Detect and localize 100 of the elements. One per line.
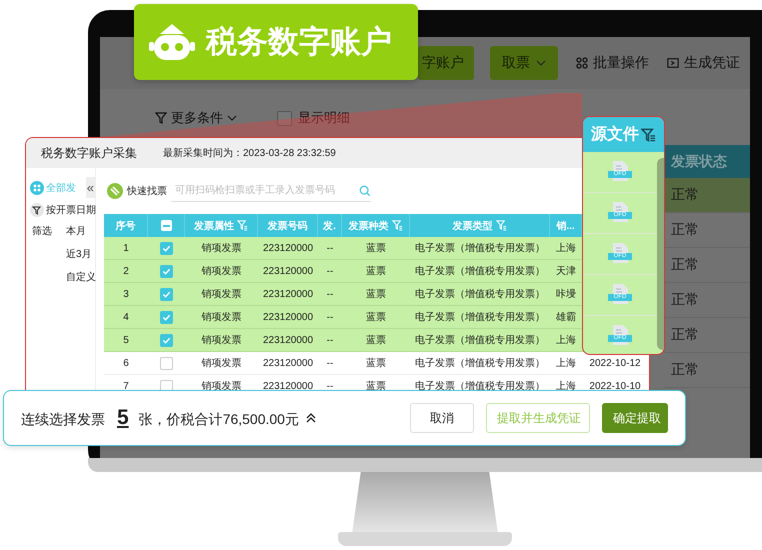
filter-icon	[30, 203, 44, 217]
table-cell-text: 销项发票	[200, 288, 242, 302]
table-cell-text: 蓝票	[365, 356, 387, 371]
export-icon	[667, 57, 679, 69]
table-cell-text: 销项发票	[200, 357, 242, 371]
search-icon	[359, 184, 371, 196]
table-cell-text: 销项发票	[200, 334, 242, 348]
toolbar-button[interactable]: 取票	[490, 46, 558, 80]
row-checkbox[interactable]	[160, 288, 173, 300]
row-checkbox[interactable]	[160, 242, 173, 254]
table-cell-text: --	[326, 288, 334, 302]
last-collected-time: 最新采集时间为：2023-03-28 23:32:59	[163, 146, 336, 160]
row-checkbox[interactable]	[160, 310, 173, 324]
checkbox[interactable]	[277, 110, 292, 126]
table-cell-text: 蓝票	[365, 380, 387, 394]
row-checkbox[interactable]	[160, 356, 173, 370]
table-cell-text: --	[326, 334, 334, 348]
chevron-down-icon	[536, 60, 546, 66]
chevron-down-icon	[227, 115, 237, 121]
table-cell-text: 咔墁	[555, 288, 577, 302]
selection-summary: 连续选择发票 5 张，价税合计76,500.00元	[21, 406, 299, 430]
table-cell: 2022-10-10	[589, 380, 641, 392]
table-cell-text: 223120000	[262, 334, 314, 348]
table-cell-text: 223120000	[262, 242, 314, 256]
grid-icon	[576, 57, 588, 69]
column-header: 发票状态	[665, 145, 750, 178]
action-button[interactable]: 取消	[410, 403, 474, 433]
date-option[interactable]: 近3月	[66, 247, 96, 261]
table-cell-text: --	[326, 242, 334, 256]
table-cell-text: --	[326, 310, 334, 324]
toolbar-link[interactable]: 生成凭证	[667, 54, 740, 72]
row-number: 1	[122, 242, 130, 256]
robot-icon	[148, 22, 196, 62]
table-cell: 正常	[665, 353, 750, 388]
row-checkbox[interactable]	[160, 334, 173, 346]
table-cell-text: 雄霸	[555, 310, 577, 325]
search-label: 快速找票	[127, 184, 167, 198]
table-cell-text: 销项发票	[200, 242, 242, 256]
table-cell-text: 蓝票	[365, 310, 387, 325]
logo-title: 税务数字账户	[206, 23, 392, 61]
table-cell-text: 电子发票（增值税专用发票）	[414, 334, 546, 348]
double-chevron-up-icon[interactable]	[304, 412, 317, 424]
table-cell-text: 上海	[555, 242, 577, 256]
row-checkbox[interactable]	[160, 264, 173, 278]
table-cell-text: 223120000	[262, 310, 314, 324]
scanner-icon	[107, 183, 123, 199]
table-cell-text: 销项发票	[200, 380, 242, 394]
row-number: 7	[122, 380, 130, 394]
table-cell-text: --	[326, 380, 334, 394]
table-cell-text: 电子发票（增值税专用发票）	[414, 242, 546, 256]
date-option[interactable]: 自定义	[66, 270, 96, 284]
toolbar-button[interactable]: 字账户	[418, 46, 474, 80]
table-cell: 2022-10-12	[589, 358, 641, 368]
sidebar-item[interactable]: 按开票日期	[46, 203, 96, 217]
table-cell-text: 223120000	[262, 288, 314, 302]
sidebar-item[interactable]: 全部发	[46, 180, 76, 194]
table-cell-text: 电子发票（增值税专用发票）	[414, 288, 546, 302]
row-number: 2	[122, 264, 130, 278]
checkbox-label: 显示明细	[298, 109, 350, 127]
grid-icon	[30, 180, 44, 194]
table-cell-text: 223120000	[262, 356, 314, 370]
table-cell: 正常	[665, 178, 750, 213]
filter-icon	[155, 112, 167, 124]
filter-label: 筛选	[32, 224, 52, 239]
panel-title: 税务数字账户采集	[41, 144, 137, 162]
row-number: 4	[122, 310, 130, 324]
table-cell-text: 上海	[555, 380, 577, 394]
table-cell-text: 223120000	[262, 380, 314, 394]
select-all-checkbox[interactable]	[160, 220, 172, 231]
row-number: 5	[122, 334, 130, 348]
filter-icon[interactable]	[496, 220, 506, 231]
table-cell-text: 电子发票（增值税专用发票）	[414, 264, 546, 279]
action-button[interactable]: 提取并生成凭证	[486, 403, 590, 433]
table-cell-text: 电子发票（增值税专用发票）	[414, 310, 546, 325]
toolbar-link[interactable]: 批量操作	[576, 54, 649, 72]
filter-icon[interactable]	[392, 220, 402, 231]
table-cell-text: 蓝票	[365, 288, 387, 302]
table-cell-text: 电子发票（增值税专用发票）	[414, 356, 546, 371]
date-option[interactable]: 本月	[66, 224, 96, 238]
row-number: 3	[122, 288, 130, 302]
panel-title: 源文件	[591, 124, 639, 145]
table-cell-text: --	[326, 356, 334, 370]
table-cell-text: 223120000	[262, 264, 314, 278]
more-filters-link[interactable]: 更多条件	[155, 109, 237, 127]
table-cell-text: 蓝票	[365, 264, 387, 279]
table-cell-text: 销项发票	[200, 265, 242, 279]
table-cell-text: 销项发票	[200, 311, 242, 325]
table-cell-text: 蓝票	[365, 334, 387, 348]
collapse-button[interactable]: «	[86, 177, 95, 198]
row-number: 6	[122, 356, 130, 370]
table-cell-text: 上海	[555, 356, 577, 371]
scrollbar[interactable]	[657, 158, 664, 350]
table-cell-text: 蓝票	[365, 242, 387, 256]
table-cell-text: 上海	[555, 334, 577, 348]
filter-icon[interactable]	[641, 128, 656, 142]
table-cell-text: 天津	[555, 264, 577, 279]
filter-icon[interactable]	[237, 220, 248, 231]
search-field[interactable]: 可用扫码枪扫票或手工录入发票号码	[171, 180, 371, 202]
table-cell-text: --	[326, 264, 334, 278]
action-button[interactable]: 确定提取	[602, 403, 668, 433]
